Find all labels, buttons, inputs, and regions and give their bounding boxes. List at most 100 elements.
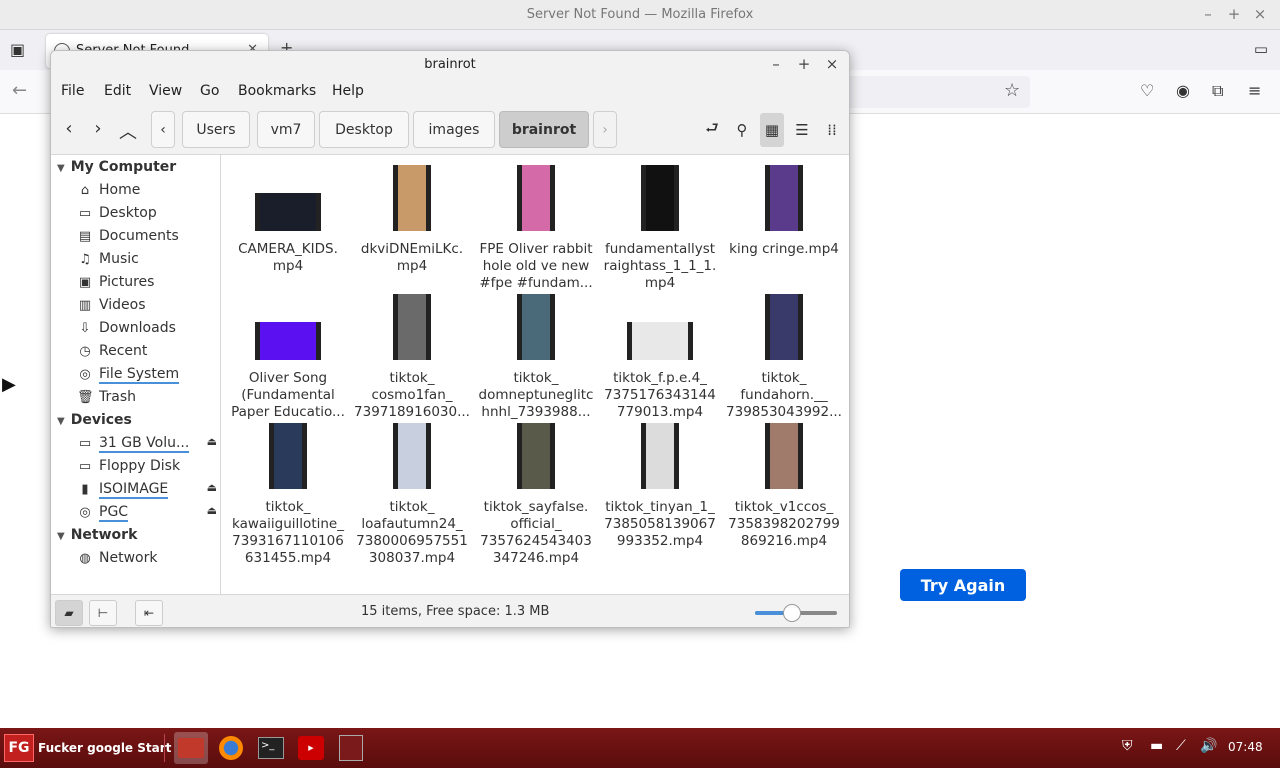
maximize-icon[interactable]: + <box>1224 5 1244 23</box>
sidebar-item-videos[interactable]: ▥ Videos <box>77 297 217 319</box>
sidebar-item-floppy-disk[interactable]: ▭ Floppy Disk <box>77 458 217 480</box>
firefox-view-icon[interactable]: ▣ <box>10 40 25 59</box>
sidebar-item-pgc[interactable]: ◎ PGC ⏏ <box>77 504 217 526</box>
breadcrumb-right-arrow[interactable]: › <box>593 111 617 148</box>
sidebar-item-file-system[interactable]: ◎ File System <box>77 366 217 388</box>
sidebar-item-network[interactable]: ◍ Network <box>77 550 217 572</box>
back-icon[interactable]: ‹ <box>60 118 78 139</box>
sidebar-item-music[interactable]: ♫ Music <box>77 251 217 273</box>
sidebar-item-label: Desktop <box>99 205 157 221</box>
file-item[interactable]: tiktok_ kawaiiguillotine_ 7393167110106 … <box>226 421 350 566</box>
firefox-window-title: Server Not Found — Mozilla Firefox <box>526 7 754 22</box>
sidebar-section-network[interactable]: ▼ Network <box>57 527 137 543</box>
search-icon[interactable]: ⚲ <box>730 118 754 142</box>
sidebar-item-pictures[interactable]: ▣ Pictures <box>77 274 217 296</box>
taskbar-youtube-icon[interactable]: ▶ <box>294 732 328 764</box>
close-icon[interactable]: × <box>1250 5 1270 23</box>
close-icon[interactable]: × <box>823 55 841 73</box>
forward-icon[interactable]: › <box>89 118 107 139</box>
file-item[interactable]: king cringe.mp4 <box>722 163 846 283</box>
file-item[interactable]: tiktok_ loafautumn24_ 7380006957551 3080… <box>350 421 474 566</box>
sidebar-item-home[interactable]: ⌂ Home <box>77 182 217 204</box>
file-item[interactable]: FPE Oliver rabbit hole old ve new #fpe #… <box>474 163 598 291</box>
sidebar-item-downloads[interactable]: ⇩ Downloads <box>77 320 217 342</box>
filesystem-icon: ◎ <box>79 367 91 382</box>
file-item[interactable]: dkviDNEmiLKc. mp4 <box>350 163 474 283</box>
breadcrumb-images[interactable]: images <box>413 111 495 148</box>
breadcrumb-vm7[interactable]: vm7 <box>257 111 315 148</box>
file-item[interactable]: tiktok_v1ccos_ 7358398202799 869216.mp4 <box>722 421 846 549</box>
menu-bookmarks[interactable]: Bookmarks <box>238 83 316 99</box>
taskbar-firefox-icon[interactable] <box>214 732 248 764</box>
menu-file[interactable]: File <box>61 83 84 99</box>
sidebar-item-label: File System <box>99 366 180 384</box>
breadcrumb-desktop[interactable]: Desktop <box>319 111 409 148</box>
taskbar-files-icon[interactable] <box>174 732 208 764</box>
file-item[interactable]: tiktok_ cosmo1fan_ 739718916030... <box>350 292 474 420</box>
sidebar-item-trash[interactable]: 🗑 Trash <box>77 389 217 411</box>
sidebar: ▼ My Computer ⌂ Home ▭ Desktop ▤ Documents ♫… <box>51 155 221 594</box>
toggle-location-icon[interactable]: ⮐ <box>700 118 724 142</box>
url-bar[interactable] <box>846 76 1030 108</box>
file-item[interactable]: tiktok_ fundahorn.__ 739853043992... <box>722 292 846 420</box>
sidebar-item-isoimage[interactable]: ▮ ISOIMAGE ⏏ <box>77 481 217 503</box>
bookmark-star-icon[interactable]: ☆ <box>1004 80 1020 101</box>
tabs-list-icon[interactable]: ▭ <box>1254 40 1268 58</box>
sidebar-item-31gb-volume[interactable]: ▭ 31 GB Volu... ⏏ <box>77 435 217 457</box>
file-item[interactable]: tiktok_f.p.e.4_ 7375176343144 779013.mp4 <box>598 292 722 420</box>
eject-icon[interactable]: ⏏ <box>207 481 217 494</box>
sidebar-section-my-computer[interactable]: ▼ My Computer <box>57 159 176 175</box>
back-icon[interactable]: ← <box>12 80 27 101</box>
zoom-slider-handle[interactable] <box>782 604 801 622</box>
show-places-icon[interactable]: ▰ <box>55 600 83 626</box>
hamburger-menu-icon[interactable]: ≡ <box>1248 81 1261 100</box>
maximize-icon[interactable]: + <box>795 55 813 73</box>
minimize-icon[interactable]: – <box>767 55 785 73</box>
start-button[interactable]: FG Fucker google Start <box>4 733 171 763</box>
breadcrumb-users[interactable]: Users <box>182 111 250 148</box>
file-name: dkviDNEmiLKc. mp4 <box>360 241 464 274</box>
extensions-icon[interactable]: ⧉ <box>1212 81 1223 101</box>
zoom-slider[interactable] <box>755 604 837 622</box>
menu-go[interactable]: Go <box>200 83 219 99</box>
section-label: Network <box>70 527 138 543</box>
breadcrumb-brainrot[interactable]: brainrot <box>499 111 589 148</box>
try-again-button[interactable]: Try Again <box>900 569 1026 601</box>
show-treeview-icon[interactable]: ⊢ <box>89 600 117 626</box>
taskbar-app-icon[interactable] <box>334 732 368 764</box>
hide-sidebar-icon[interactable]: ⇤ <box>135 600 163 626</box>
menu-view[interactable]: View <box>149 83 182 99</box>
eject-icon[interactable]: ⏏ <box>207 504 217 517</box>
sidebar-item-documents[interactable]: ▤ Documents <box>77 228 217 250</box>
minimize-icon[interactable]: – <box>1198 5 1218 23</box>
compact-view-icon[interactable]: ⁞⁞ <box>820 118 844 142</box>
breadcrumb-left-arrow[interactable]: ‹ <box>151 111 175 148</box>
floppy-icon: ▭ <box>78 459 92 474</box>
file-item[interactable]: CAMERA_KIDS. mp4 <box>226 163 350 283</box>
sidebar-item-desktop[interactable]: ▭ Desktop <box>77 205 217 227</box>
sidebar-item-label: 31 GB Volu... <box>99 435 190 453</box>
pocket-icon[interactable]: ♡ <box>1140 81 1154 100</box>
list-view-icon[interactable]: ☰ <box>790 118 814 142</box>
network-tray-icon[interactable]: ⟋ <box>1176 738 1186 754</box>
menu-help[interactable]: Help <box>332 83 364 99</box>
videos-icon: ▥ <box>78 298 92 313</box>
file-item[interactable]: tiktok_ domneptuneglitc hnhl_7393988... <box>474 292 598 420</box>
sidebar-item-recent[interactable]: ◷ Recent <box>77 343 217 365</box>
file-item[interactable]: Oliver Song (Fundamental Paper Educatio.… <box>226 292 350 420</box>
start-label: Fucker google Start <box>38 741 172 755</box>
taskbar-terminal-icon[interactable]: >_ <box>254 732 288 764</box>
sidebar-section-devices[interactable]: ▼ Devices <box>57 412 132 428</box>
menu-edit[interactable]: Edit <box>104 83 131 99</box>
file-item[interactable]: tiktok_sayfalse. official_ 7357624543403… <box>474 421 598 566</box>
eject-icon[interactable]: ⏏ <box>207 435 217 448</box>
file-manager-titlebar[interactable]: brainrot – + × <box>51 51 849 79</box>
file-item[interactable]: tiktok_tinyan_1_ 7385058139067 993352.mp… <box>598 421 722 549</box>
icon-view-icon[interactable]: ▦ <box>760 113 784 147</box>
up-icon[interactable]: ︿ <box>119 118 137 144</box>
shield-icon[interactable]: ⛨ <box>1122 738 1133 754</box>
keyboard-icon[interactable]: ▬ <box>1150 738 1163 754</box>
volume-icon[interactable]: 🔊 <box>1200 738 1217 754</box>
account-icon[interactable]: ◉ <box>1176 81 1190 100</box>
file-item[interactable]: fundamentallyst raightass_1_1_1. mp4 <box>598 163 722 291</box>
